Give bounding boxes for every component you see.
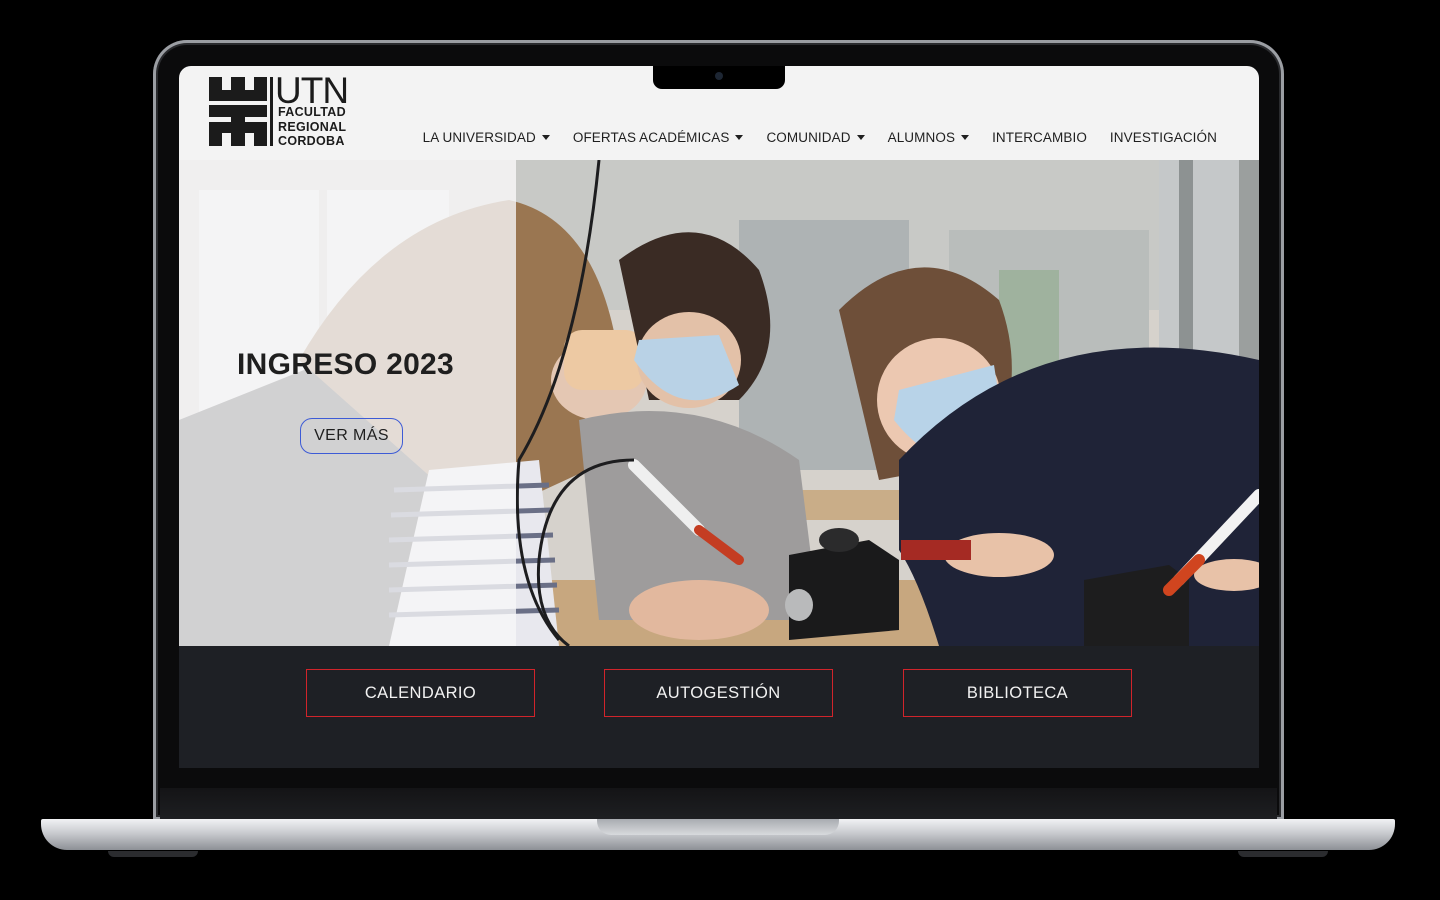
ver-mas-button[interactable]: VER MÁS xyxy=(300,418,403,454)
utn-logo[interactable]: UTN FACULTAD REGIONAL CORDOBA xyxy=(209,71,359,157)
main-nav: LA UNIVERSIDAD OFERTAS ACADÉMICAS COMUNI… xyxy=(400,130,1217,145)
screen-notch xyxy=(653,66,785,89)
laptop-screen: UTN FACULTAD REGIONAL CORDOBA LA UNIVERS… xyxy=(179,66,1259,768)
calendario-button[interactable]: CALENDARIO xyxy=(306,669,535,717)
biblioteca-button[interactable]: BIBLIOTECA xyxy=(903,669,1132,717)
nav-item-label: LA UNIVERSIDAD xyxy=(422,130,536,145)
nav-item-label: ALUMNOS xyxy=(887,130,956,145)
hero-text-overlay xyxy=(179,160,516,646)
hero-banner: INGRESO 2023 VER MÁS xyxy=(179,160,1259,646)
nav-item-ofertas-academicas[interactable]: OFERTAS ACADÉMICAS xyxy=(573,130,744,145)
caret-down-icon xyxy=(856,135,865,140)
logo-line-3: CORDOBA xyxy=(278,134,345,148)
nav-item-intercambio[interactable]: INTERCAMBIO xyxy=(992,130,1087,145)
laptop-foot-right xyxy=(1238,851,1328,857)
laptop-foot-left xyxy=(108,851,198,857)
laptop-opening-groove xyxy=(597,819,839,835)
autogestion-button[interactable]: AUTOGESTIÓN xyxy=(604,669,833,717)
caret-down-icon xyxy=(735,135,744,140)
camera-icon xyxy=(715,72,723,80)
logo-divider xyxy=(270,77,273,146)
nav-item-label: COMUNIDAD xyxy=(766,130,851,145)
nav-item-investigacion[interactable]: INVESTIGACIÓN xyxy=(1110,130,1217,145)
nav-item-label: INVESTIGACIÓN xyxy=(1109,130,1217,145)
nav-item-alumnos[interactable]: ALUMNOS xyxy=(887,130,970,145)
utn-emblem-icon xyxy=(209,77,267,146)
caret-down-icon xyxy=(541,135,550,140)
nav-item-label: OFERTAS ACADÉMICAS xyxy=(572,130,730,145)
nav-item-comunidad[interactable]: COMUNIDAD xyxy=(766,130,865,145)
logo-line-2: REGIONAL xyxy=(278,120,347,134)
quick-links-bar: CALENDARIO AUTOGESTIÓN BIBLIOTECA xyxy=(179,646,1259,768)
logo-line-1: FACULTAD xyxy=(278,105,346,119)
caret-down-icon xyxy=(961,135,970,140)
nav-item-la-universidad[interactable]: LA UNIVERSIDAD xyxy=(423,130,550,145)
hero-title: INGRESO 2023 xyxy=(237,348,455,381)
nav-item-label: INTERCAMBIO xyxy=(992,130,1087,145)
laptop-chin xyxy=(160,788,1277,820)
